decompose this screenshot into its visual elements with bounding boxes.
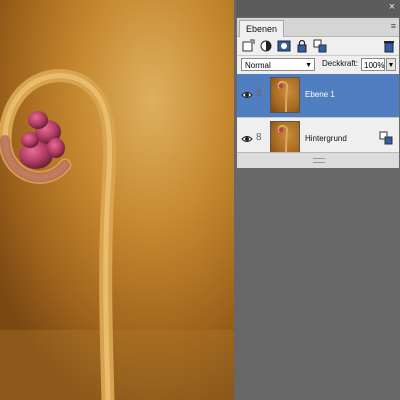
opacity-input[interactable]: 100% [361, 58, 385, 71]
eye-icon[interactable] [241, 89, 253, 101]
opacity-dropdown-icon[interactable]: ▼ [386, 58, 396, 71]
close-icon[interactable]: × [386, 1, 398, 13]
opacity-label: Deckkraft: [322, 59, 359, 68]
eye-icon[interactable] [241, 133, 253, 145]
lock-icon[interactable] [295, 39, 309, 53]
blend-mode-value: Normal [245, 61, 271, 70]
chevron-down-icon: ▼ [305, 62, 312, 69]
panel-title-bar[interactable]: × [236, 0, 400, 18]
document-canvas[interactable] [0, 0, 234, 400]
locked-background-icon [379, 131, 393, 145]
fern-frond-photo [0, 0, 234, 400]
link-chain-icon[interactable]: 8 [256, 88, 262, 99]
link-layers-icon[interactable] [313, 39, 327, 53]
panel-menu-icon[interactable]: ≡ [391, 21, 396, 31]
layer-row-ebene-1[interactable]: 8 Ebene 1 [237, 74, 399, 118]
trash-icon[interactable] [382, 39, 396, 53]
panel-resize-bar[interactable] [237, 152, 399, 168]
layer-options-row: Normal ▼ Deckkraft: 100% ▼ [237, 55, 399, 75]
layers-panel: Ebenen ≡ Normal ▼ Deckkraft: 100% ▼ 8 Eb… [236, 17, 400, 169]
new-layer-icon[interactable] [241, 39, 255, 53]
layer-name[interactable]: Hintergrund [305, 134, 347, 143]
layers-toolbar [237, 37, 399, 55]
blend-mode-select[interactable]: Normal ▼ [241, 58, 315, 71]
panel-tab-row: Ebenen ≡ [237, 18, 399, 37]
link-chain-icon[interactable]: 8 [256, 132, 262, 143]
layer-mask-icon[interactable] [277, 39, 291, 53]
layer-name[interactable]: Ebene 1 [305, 90, 335, 99]
adjustment-layer-icon[interactable] [259, 39, 273, 53]
layer-thumbnail [270, 77, 300, 113]
tab-layers[interactable]: Ebenen [239, 20, 285, 37]
resize-grip-icon[interactable] [313, 158, 325, 163]
